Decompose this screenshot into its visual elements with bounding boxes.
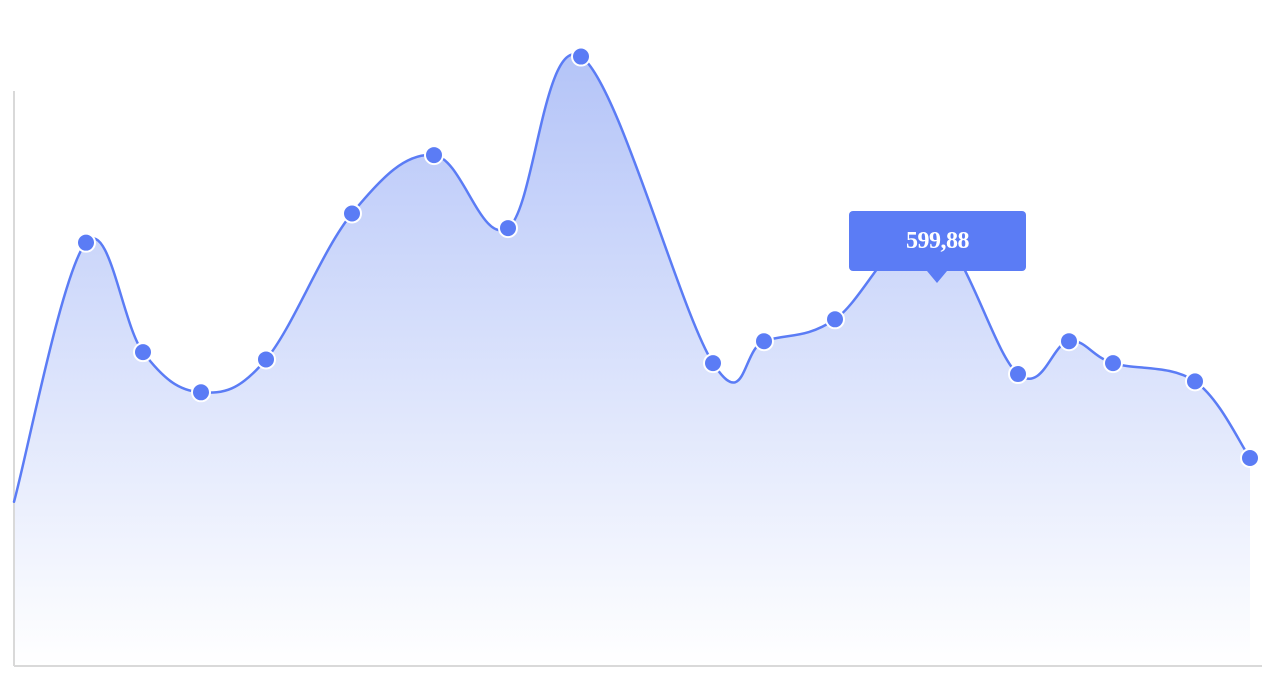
data-point[interactable] bbox=[1008, 364, 1028, 385]
data-point[interactable] bbox=[424, 145, 444, 166]
data-point[interactable] bbox=[571, 46, 591, 67]
data-point[interactable] bbox=[1103, 353, 1123, 374]
data-point[interactable] bbox=[76, 232, 96, 253]
data-point[interactable] bbox=[342, 203, 362, 224]
area-chart bbox=[12, 46, 1262, 667]
data-point[interactable] bbox=[256, 349, 276, 370]
data-point[interactable] bbox=[191, 382, 211, 403]
tooltip-value: 599,88 bbox=[906, 228, 970, 254]
data-point[interactable] bbox=[754, 331, 774, 352]
value-tooltip: 599,88 bbox=[849, 211, 1026, 283]
data-point[interactable] bbox=[1059, 331, 1079, 352]
data-point[interactable] bbox=[133, 342, 153, 363]
data-point[interactable] bbox=[825, 309, 845, 330]
area-fill-layer bbox=[14, 54, 1250, 666]
data-point[interactable] bbox=[1185, 371, 1205, 392]
data-point[interactable] bbox=[498, 218, 518, 239]
tooltip-pointer bbox=[927, 271, 947, 283]
series-area bbox=[14, 54, 1250, 666]
data-point[interactable] bbox=[703, 353, 723, 374]
data-point[interactable] bbox=[1240, 447, 1260, 468]
